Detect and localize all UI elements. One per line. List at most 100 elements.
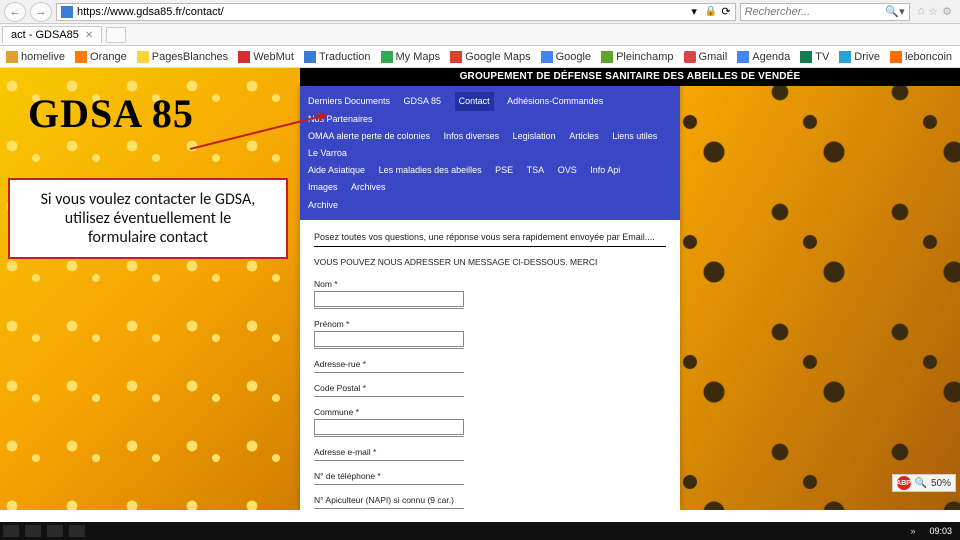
bookmark-pleinchamp[interactable]: Pleinchamp <box>601 51 673 63</box>
nav-infoapi[interactable]: Info Api <box>590 162 620 179</box>
label-commune: Commune * <box>314 407 666 417</box>
favorites-icon[interactable]: ☆ <box>928 5 938 18</box>
site-icon <box>61 6 73 18</box>
bookmark-icon <box>800 51 812 63</box>
tab-title: act - GDSA85 <box>11 29 79 41</box>
nav-ovs[interactable]: OVS <box>558 162 577 179</box>
bookmark-webmut[interactable]: WebMut <box>238 51 294 63</box>
bookmark-icon <box>137 51 149 63</box>
search-icon[interactable]: 🔍▾ <box>885 5 904 18</box>
bookmark-drive[interactable]: Drive <box>839 51 880 63</box>
input-nom[interactable] <box>314 291 464 307</box>
taskbar-app[interactable] <box>47 525 63 537</box>
taskbar-app[interactable] <box>25 525 41 537</box>
nav-varroa[interactable]: Le Varroa <box>308 145 347 162</box>
nav-omaa[interactable]: OMAA alerte perte de colonies <box>308 128 430 145</box>
bookmark-google[interactable]: Google <box>541 51 591 63</box>
label-cp: Code Postal * <box>314 383 666 393</box>
bookmark-googlemaps[interactable]: Google Maps <box>450 51 530 63</box>
bookmark-icon <box>737 51 749 63</box>
site-nav: Derniers Documents GDSA 85 Contact Adhés… <box>300 86 680 220</box>
label-email: Adresse e-mail * <box>314 447 666 457</box>
label-napi: N° Apiculteur (NAPI) si connu (9 car.) <box>314 495 666 505</box>
bookmark-mymaps[interactable]: My Maps <box>381 51 441 63</box>
tab-strip: act - GDSA85 ✕ <box>0 24 960 46</box>
system-clock[interactable]: 09:03 <box>921 526 960 536</box>
callout-line1: Si vous voulez contacter le GDSA, <box>18 190 278 209</box>
home-icon[interactable]: ⌂ <box>918 5 925 18</box>
page-viewport: GROUPEMENT DE DÉFENSE SANITAIRE DES ABEI… <box>0 68 960 510</box>
nav-pse[interactable]: PSE <box>495 162 513 179</box>
bookmark-gmail[interactable]: Gmail <box>684 51 728 63</box>
window-tools: ⌂ ☆ ⚙ <box>914 5 956 18</box>
taskbar: » 09:03 <box>0 522 960 540</box>
search-field[interactable]: Rechercher... 🔍▾ <box>740 3 910 21</box>
callout-line3: formulaire contact <box>18 228 278 247</box>
nav-maladies[interactable]: Les maladies des abeilles <box>379 162 482 179</box>
site-logo: GDSA 85 <box>28 90 194 137</box>
label-adresse: Adresse-rue * <box>314 359 666 369</box>
bookmark-agenda[interactable]: Agenda <box>737 51 790 63</box>
bookmark-icon <box>839 51 851 63</box>
input-prenom[interactable] <box>314 331 464 347</box>
tab-gdsa85[interactable]: act - GDSA85 ✕ <box>2 26 102 43</box>
content-card: Derniers Documents GDSA 85 Contact Adhés… <box>300 86 680 510</box>
settings-icon[interactable]: ⚙ <box>942 5 952 18</box>
nav-adhesions[interactable]: Adhésions-Commandes <box>507 93 603 110</box>
nav-liens[interactable]: Liens utiles <box>612 128 657 145</box>
zoom-icon: 🔍 <box>915 478 927 489</box>
bookmark-icon <box>684 51 696 63</box>
bookmark-icon <box>6 51 18 63</box>
annotation-callout: Si vous voulez contacter le GDSA, utilis… <box>8 178 288 259</box>
nav-articles[interactable]: Articles <box>569 128 599 145</box>
bookmark-traduction[interactable]: Traduction <box>304 51 371 63</box>
bookmark-orange[interactable]: Orange <box>75 51 127 63</box>
bookmark-icon <box>450 51 462 63</box>
dropdown-icon[interactable]: ▾ <box>691 5 697 18</box>
bookmarks-bar: homelive Orange PagesBlanches WebMut Tra… <box>0 46 960 68</box>
bookmark-tv[interactable]: TV <box>800 51 829 63</box>
lock-icon: 🔒 <box>705 6 717 17</box>
bookmark-pagesblanches[interactable]: PagesBlanches <box>137 51 228 63</box>
nav-asiatique[interactable]: Aide Asiatique <box>308 162 365 179</box>
url-field[interactable]: https://www.gdsa85.fr/contact/ ▾ 🔒 ⟳ <box>56 3 736 21</box>
close-tab-icon[interactable]: ✕ <box>85 30 93 41</box>
site-banner: GROUPEMENT DE DÉFENSE SANITAIRE DES ABEI… <box>300 68 960 86</box>
nav-gdsa85[interactable]: GDSA 85 <box>404 93 442 110</box>
nav-contact[interactable]: Contact <box>455 92 494 111</box>
nav-legislation[interactable]: Legislation <box>513 128 556 145</box>
nav-derniers-documents[interactable]: Derniers Documents <box>308 93 390 110</box>
forward-button[interactable]: → <box>30 2 52 22</box>
nav-archive2[interactable]: Archive <box>308 197 338 214</box>
url-text: https://www.gdsa85.fr/contact/ <box>77 6 687 18</box>
zoom-value: 50% <box>931 478 951 489</box>
callout-line2: utilisez éventuellement le <box>18 209 278 228</box>
nav-tsa[interactable]: TSA <box>527 162 545 179</box>
divider <box>314 246 666 247</box>
bookmark-icon <box>238 51 250 63</box>
form-hint: VOUS POUVEZ NOUS ADRESSER UN MESSAGE CI-… <box>314 257 666 267</box>
tray-chevron-icon[interactable]: » <box>910 526 921 536</box>
bookmark-icon <box>304 51 316 63</box>
label-nom: Nom * <box>314 279 666 289</box>
bookmark-icon <box>541 51 553 63</box>
abp-icon[interactable]: ABP <box>897 476 911 490</box>
bookmark-icon <box>890 51 902 63</box>
refresh-icon[interactable]: ⟳ <box>721 5 730 18</box>
bookmark-leboncoin[interactable]: leboncoin <box>890 51 952 63</box>
search-placeholder: Rechercher... <box>745 6 811 18</box>
bookmark-icon <box>601 51 613 63</box>
nav-archives[interactable]: Archives <box>351 179 386 196</box>
address-bar: ← → https://www.gdsa85.fr/contact/ ▾ 🔒 ⟳… <box>0 0 960 24</box>
start-button[interactable] <box>3 525 19 537</box>
zoom-indicator[interactable]: ABP 🔍 50% <box>892 474 956 492</box>
back-button[interactable]: ← <box>4 2 26 22</box>
label-prenom: Prénom * <box>314 319 666 329</box>
new-tab-button[interactable] <box>106 27 126 43</box>
taskbar-app[interactable] <box>69 525 85 537</box>
input-commune[interactable] <box>314 419 464 435</box>
contact-form: Posez toutes vos questions, une réponse … <box>300 220 680 510</box>
nav-images[interactable]: Images <box>308 179 338 196</box>
bookmark-homelive[interactable]: homelive <box>6 51 65 63</box>
nav-infos[interactable]: Infos diverses <box>444 128 500 145</box>
